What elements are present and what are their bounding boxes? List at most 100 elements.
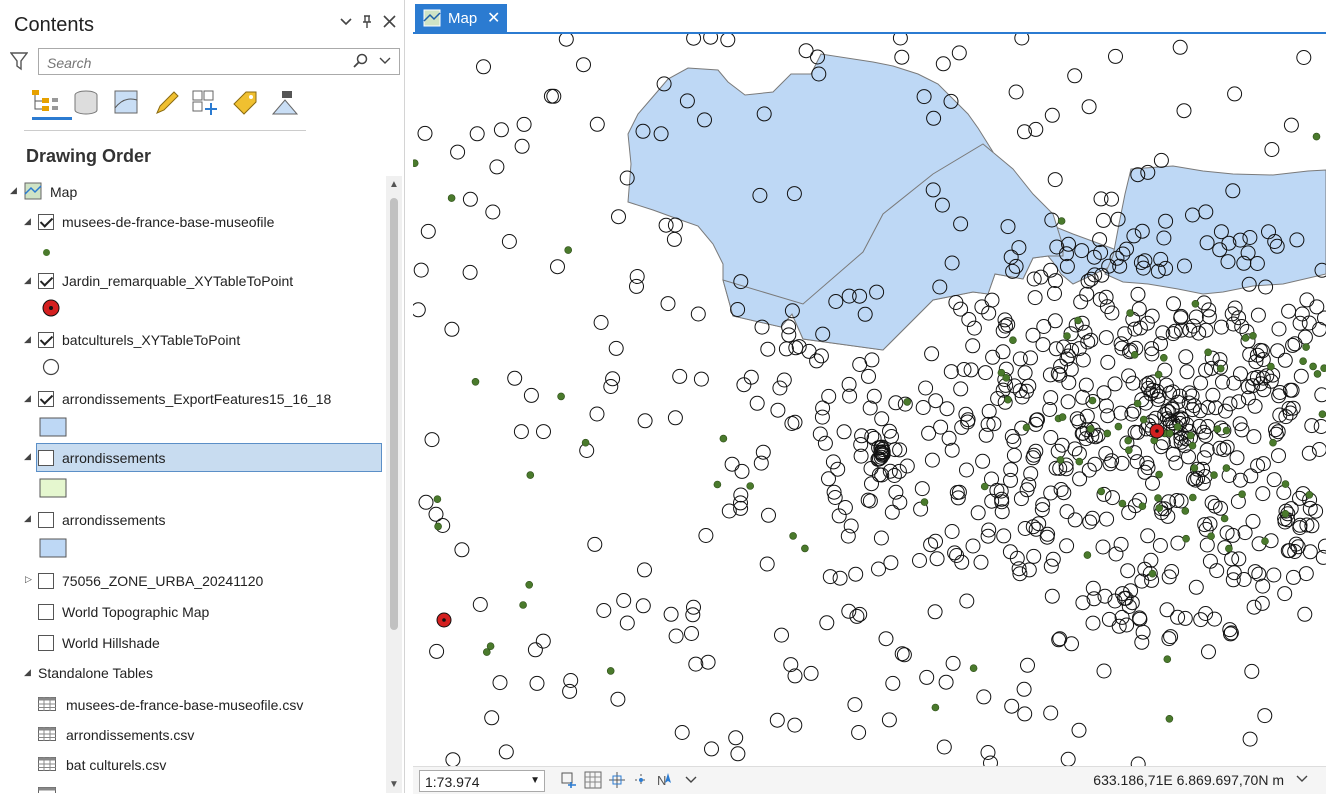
batculturel-point[interactable] [1121,564,1135,578]
batculturel-point[interactable] [1131,426,1145,440]
batculturel-point[interactable] [413,303,425,317]
layer-item-world-hillshade[interactable]: World Hillshade [0,629,385,657]
batculturel-point[interactable] [1310,300,1324,314]
batculturel-point[interactable] [1283,406,1297,420]
batculturel-point[interactable] [470,127,484,141]
batculturel-point[interactable] [609,341,623,355]
museum-point[interactable] [1164,656,1171,663]
search-options-chevron-icon[interactable] [379,54,391,72]
batculturel-point[interactable] [1302,316,1316,330]
museum-point[interactable] [582,439,589,446]
batculturel-point[interactable] [874,531,888,545]
layer-item-jardin[interactable]: ◢ Jardin_remarquable_XYTableToPoint [0,268,385,296]
contents-scrollbar[interactable]: ▲ ▼ [386,176,402,793]
museum-point[interactable] [1182,507,1189,514]
batculturel-point[interactable] [1284,118,1298,132]
batculturel-point[interactable] [473,598,487,612]
batculturel-point[interactable] [1100,512,1114,526]
museum-point[interactable] [1140,416,1147,423]
batculturel-point[interactable] [1106,491,1120,505]
batculturel-point[interactable] [1189,310,1203,324]
batculturel-point[interactable] [1102,612,1116,626]
batculturel-point[interactable] [1208,499,1222,513]
batculturel-point[interactable] [685,627,699,641]
layer-item-batculturels[interactable]: ◢ batculturels_XYTableToPoint [0,327,385,355]
museum-point[interactable] [520,602,527,609]
batculturel-point[interactable] [1169,456,1183,470]
batculturel-point[interactable] [865,353,879,367]
museum-point[interactable] [1139,503,1146,510]
batculturel-point[interactable] [939,675,953,689]
batculturel-point[interactable] [1022,563,1036,577]
museum-point[interactable] [747,483,754,490]
layer-item-arrondissements[interactable]: ◢ arrondissements [0,506,385,534]
batculturel-point[interactable] [1194,376,1208,390]
museum-point[interactable] [1075,317,1082,324]
museum-point[interactable] [1267,363,1274,370]
museum-point[interactable] [1282,481,1289,488]
list-by-perspective-imagery-icon[interactable] [270,88,300,118]
museum-point[interactable] [904,398,911,405]
batculturel-point[interactable] [1083,515,1097,529]
batculturel-point[interactable] [612,210,626,224]
batculturel-point[interactable] [966,339,980,353]
batculturel-point[interactable] [822,472,836,486]
batculturel-point[interactable] [984,756,998,766]
museum-point[interactable] [790,532,797,539]
batculturel-point[interactable] [445,322,459,336]
batculturel-point[interactable] [1174,311,1188,325]
batculturel-point[interactable] [1096,213,1110,227]
list-by-selection-icon[interactable] [112,88,142,118]
batculturel-point[interactable] [946,656,960,670]
museum-point[interactable] [435,523,442,530]
batculturel-point[interactable] [820,616,834,630]
batculturel-point[interactable] [929,534,943,548]
museum-point[interactable] [1125,447,1132,454]
museum-point[interactable] [1119,500,1126,507]
scroll-up-icon[interactable]: ▲ [389,179,399,190]
garden-point[interactable] [1150,424,1164,438]
museum-point[interactable] [1155,495,1162,502]
batculturel-point[interactable] [425,433,439,447]
batculturel-point[interactable] [1200,538,1214,552]
batculturel-point[interactable] [771,403,785,417]
museum-point[interactable] [1160,354,1167,361]
museum-point[interactable] [1205,349,1212,356]
batculturel-point[interactable] [862,369,876,383]
batculturel-point[interactable] [844,519,858,533]
batculturel-point[interactable] [1153,539,1167,553]
batculturel-point[interactable] [879,632,893,646]
grid-icon[interactable] [584,771,602,789]
batculturel-point[interactable] [1230,451,1244,465]
batculturel-point[interactable] [1072,723,1086,737]
batculturel-point[interactable] [537,425,551,439]
museum-point[interactable] [1134,400,1141,407]
museum-point[interactable] [720,435,727,442]
batculturel-point[interactable] [1202,645,1216,659]
batculturel-point[interactable] [872,562,886,576]
table-item-partial[interactable] [0,781,385,793]
batculturel-point[interactable] [928,605,942,619]
batculturel-point[interactable] [1013,352,1027,366]
batculturel-point[interactable] [486,205,500,219]
batculturel-point[interactable] [551,260,565,274]
museum-point[interactable] [1223,427,1230,434]
batculturel-point[interactable] [1122,600,1136,614]
batculturel-point[interactable] [1203,554,1217,568]
batculturel-point[interactable] [1293,491,1307,505]
search-input[interactable] [45,52,349,73]
museum-point[interactable] [1225,545,1232,552]
batculturel-point[interactable] [823,570,837,584]
batculturel-point[interactable] [770,713,784,727]
batculturel-point[interactable] [996,345,1010,359]
batculturel-point[interactable] [1082,463,1096,477]
museum-point[interactable] [527,472,534,479]
batculturel-point[interactable] [865,477,879,491]
museum-point[interactable] [1098,488,1105,495]
batculturel-point[interactable] [620,616,634,630]
batculturel-point[interactable] [636,599,650,613]
batculturel-point[interactable] [524,388,538,402]
batculturel-point[interactable] [499,745,513,759]
batculturel-point[interactable] [900,459,914,473]
batculturel-point[interactable] [1294,369,1308,383]
